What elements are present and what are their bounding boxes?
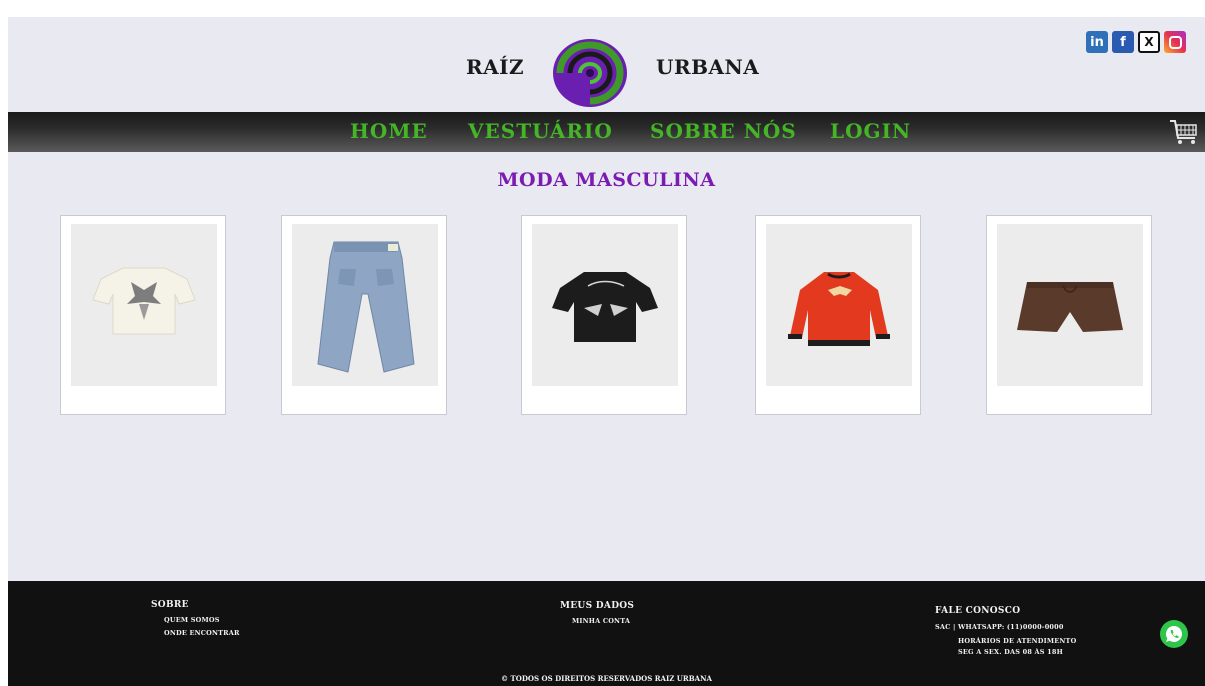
footer: SOBRE QUEM SOMOS ONDE ENCONTRAR MEUS DAD… [8, 581, 1205, 686]
page: RAÍZ URBANA in f X HOME VESTUÁRIO SOBRE … [8, 17, 1205, 686]
nav-login[interactable]: LOGIN [830, 119, 911, 143]
footer-horarios-title: HORÁRIOS DE ATENDIMENTO [958, 637, 1077, 645]
brand-left-text: RAÍZ [466, 55, 525, 79]
product-card-white-tee[interactable] [60, 215, 226, 415]
product-card-jeans[interactable] [281, 215, 447, 415]
product-image [71, 224, 217, 386]
product-image [532, 224, 678, 386]
x-icon[interactable]: X [1138, 31, 1160, 53]
instagram-glyph [1168, 35, 1182, 49]
section-title: MODA MASCULINA [497, 169, 716, 191]
footer-copyright: © TODOS OS DIREITOS RESERVADOS RAIZ URBA… [501, 674, 712, 683]
product-card-red-jacket[interactable] [755, 215, 921, 415]
footer-meus-dados-title: MEUS DADOS [560, 601, 635, 611]
linkedin-icon[interactable]: in [1086, 31, 1108, 53]
linkedin-glyph: in [1090, 34, 1104, 50]
footer-sobre-title: SOBRE [151, 600, 189, 610]
product-image [997, 224, 1143, 386]
header: RAÍZ URBANA in f X [8, 17, 1205, 112]
footer-horarios-text: SEG A SEX. DAS 08 ÀS 18H [958, 648, 1063, 656]
instagram-icon[interactable] [1164, 31, 1186, 53]
cart-icon[interactable] [1168, 116, 1200, 148]
footer-sac-text: SAC | WHATSAPP: (11)0000-0000 [935, 623, 1064, 631]
spiral-logo-icon[interactable] [550, 36, 630, 109]
brand-right-text: URBANA [656, 55, 760, 79]
nav-vestuario[interactable]: VESTUÁRIO [468, 119, 613, 143]
main-nav: HOME VESTUÁRIO SOBRE NÓS LOGIN [8, 112, 1205, 152]
nav-sobre-nos[interactable]: SOBRE NÓS [650, 119, 797, 143]
facebook-glyph: f [1120, 34, 1126, 50]
facebook-icon[interactable]: f [1112, 31, 1134, 53]
footer-link-onde-encontrar[interactable]: ONDE ENCONTRAR [164, 629, 240, 637]
footer-fale-conosco-title: FALE CONOSCO [935, 606, 1021, 616]
product-card-black-tee[interactable] [521, 215, 687, 415]
nav-home[interactable]: HOME [350, 119, 428, 143]
product-image [292, 224, 438, 386]
social-links: in f X [1086, 31, 1186, 53]
footer-link-quem-somos[interactable]: QUEM SOMOS [164, 616, 220, 624]
footer-link-minha-conta[interactable]: MINHA CONTA [572, 617, 630, 625]
product-image [766, 224, 912, 386]
whatsapp-icon[interactable] [1160, 620, 1188, 648]
product-card-brown-shorts[interactable] [986, 215, 1152, 415]
x-glyph: X [1144, 35, 1154, 49]
